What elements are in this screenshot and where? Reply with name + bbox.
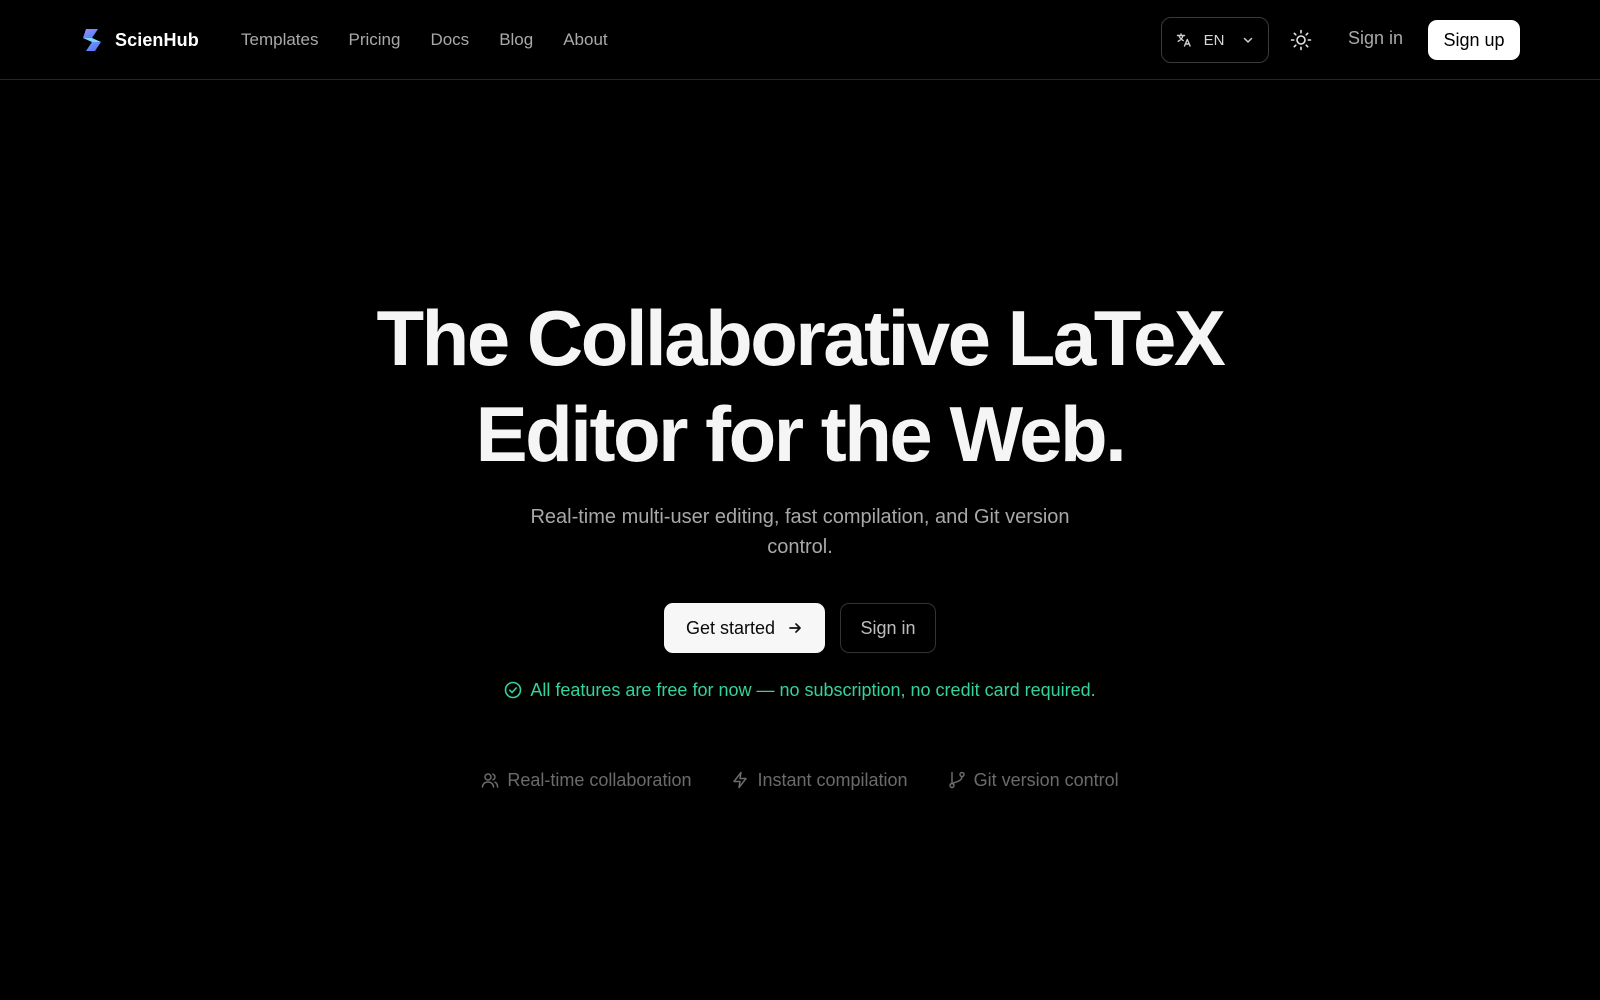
hero-title: The Collaborative LaTeX Editor for the W… [300, 290, 1300, 482]
hero-title-line-2: Editor for the Web. [475, 390, 1127, 478]
language-value: EN [1203, 31, 1225, 49]
hero-title-line-1: The Collaborative LaTeX [376, 294, 1226, 382]
arrow-right-icon [787, 620, 803, 636]
nav-link-pricing[interactable]: Pricing [348, 30, 400, 50]
check-circle-icon [504, 681, 522, 699]
translate-icon [1176, 32, 1192, 48]
get-started-label: Get started [685, 617, 776, 638]
get-started-button[interactable]: Get started [664, 603, 825, 653]
free-notice-text: All features are free for now — no subsc… [530, 679, 1096, 700]
nav-link-docs[interactable]: Docs [430, 30, 469, 50]
top-navigation-bar: ScienHub Templates Pricing Docs Blog Abo… [0, 0, 1600, 80]
users-icon [481, 771, 499, 789]
language-select[interactable]: EN [1161, 17, 1269, 63]
brand[interactable]: ScienHub [79, 26, 199, 54]
feature-item: Real-time collaboration [481, 770, 691, 791]
free-notice: All features are free for now — no subsc… [300, 678, 1300, 702]
hero-subtitle: Real-time multi-user editing, fast compi… [530, 506, 1070, 558]
header-sign-up-button[interactable]: Sign up [1428, 20, 1520, 60]
chevron-down-icon [1242, 34, 1254, 46]
sun-icon [1290, 29, 1312, 51]
feature-label: Real-time collaboration [507, 769, 692, 790]
git-branch-icon [948, 771, 966, 789]
nav-link-about[interactable]: About [563, 30, 607, 50]
lightning-icon [731, 771, 749, 789]
header-sign-in-link[interactable]: Sign in [1348, 28, 1403, 52]
nav-link-templates[interactable]: Templates [241, 30, 318, 50]
feature-label: Git version control [973, 769, 1119, 790]
feature-highlights: Real-time collaboration Instant compilat… [300, 768, 1300, 792]
main-nav: Templates Pricing Docs Blog About [241, 28, 608, 52]
feature-item: Git version control [948, 770, 1119, 791]
feature-item: Instant compilation [731, 769, 908, 791]
feature-label: Instant compilation [757, 769, 908, 790]
hero-sign-in-button[interactable]: Sign in [840, 603, 936, 653]
nav-link-blog[interactable]: Blog [499, 30, 533, 50]
theme-toggle-button[interactable] [1288, 26, 1314, 54]
brand-name: ScienHub [115, 29, 199, 50]
scienhub-logo-icon [79, 27, 105, 53]
